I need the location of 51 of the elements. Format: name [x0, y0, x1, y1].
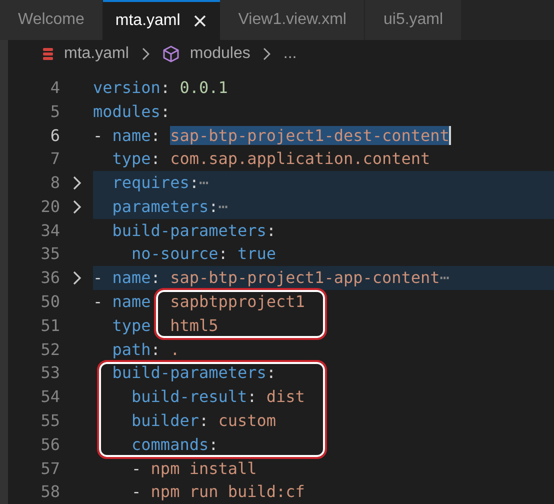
code-line: - name sapbtpproject1: [93, 291, 305, 314]
code-line: build-parameters:: [111, 220, 276, 242]
breadcrumb-item[interactable]: ...: [283, 42, 297, 66]
cube-icon: [162, 44, 180, 62]
code-line: - npm run build:cf: [130, 481, 305, 504]
code-line: parameters:⋯: [111, 196, 228, 218]
code-line: - npm install: [130, 458, 257, 480]
file-icon: [42, 46, 54, 60]
line-number: 5: [49, 100, 60, 123]
breadcrumb-item[interactable]: mta.yaml: [64, 42, 129, 66]
editor-tab[interactable]: mta.yaml: [103, 0, 220, 40]
line-number: 55: [40, 410, 60, 432]
chevron-icon[interactable]: [72, 198, 82, 215]
code-line: - name: sap-btp-project1-app-content⋯: [93, 267, 450, 290]
code-line: - name: sap-btp-project1-dest-content: [93, 124, 452, 146]
line-number: 20: [40, 196, 60, 218]
chevron-icon: [262, 46, 272, 60]
code-line: path: .: [111, 338, 180, 361]
code-line: no-source: true: [130, 243, 276, 266]
chevron-icon: [140, 46, 150, 60]
breadcrumb-item[interactable]: modules: [190, 42, 250, 66]
line-number: 35: [40, 243, 60, 266]
code-line: build-result: dist: [130, 386, 305, 408]
chevron-icon[interactable]: [72, 270, 82, 286]
line-number: 4: [49, 76, 60, 99]
line-number: 52: [40, 338, 60, 361]
line-number: 34: [40, 220, 60, 242]
line-number: 6: [49, 124, 60, 146]
close-icon[interactable]: [192, 13, 208, 29]
editor-tab[interactable]: View1.view.xml: [220, 0, 366, 40]
code-line: commands:: [130, 434, 218, 456]
code-line: type: com.sap.application.content: [111, 148, 430, 170]
line-number: 36: [40, 267, 60, 290]
line-number: 56: [40, 434, 60, 456]
line-number: 53: [40, 362, 60, 384]
code-line: modules:: [93, 100, 170, 123]
code-line: requires:⋯: [111, 172, 209, 194]
line-number: 8: [49, 172, 60, 194]
line-number: 54: [40, 386, 60, 408]
code-line: type html5: [111, 314, 218, 337]
code-line: build-parameters:: [111, 362, 276, 384]
editor-tab[interactable]: ui5.yaml: [365, 0, 462, 40]
line-number: 58: [40, 481, 60, 504]
line-number: 7: [49, 148, 60, 170]
chevron-icon[interactable]: [72, 175, 82, 192]
code-line: version: 0.0.1: [93, 76, 228, 99]
code-line: builder: custom: [130, 410, 276, 432]
line-number: 57: [40, 458, 60, 480]
line-number: 51: [40, 314, 60, 337]
line-number: 50: [40, 291, 60, 314]
editor-tab[interactable]: Welcome: [0, 0, 104, 40]
